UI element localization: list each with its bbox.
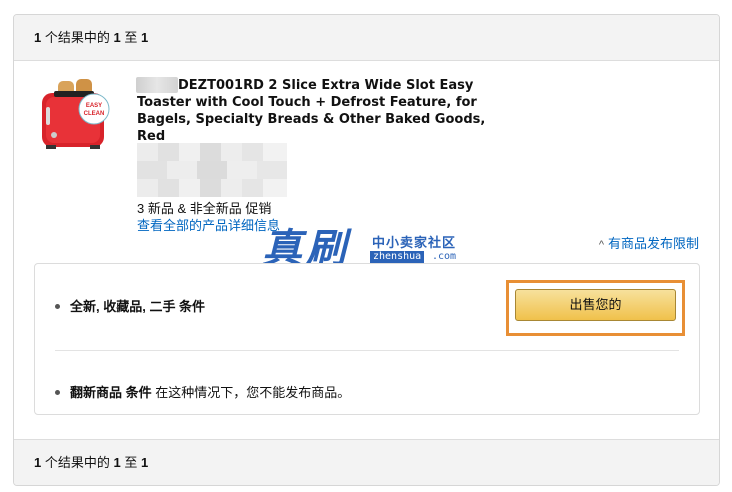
bullet-icon <box>55 304 60 310</box>
results-count: 1 <box>34 455 42 470</box>
results-to: 1 <box>141 455 149 470</box>
condition-panel: 全新, 收藏品, 二手 条件 出售您的 翻新商品 条件 在这种情况下，您不能发布… <box>34 263 700 415</box>
badge-line1: EASY <box>86 103 102 109</box>
listing-restriction-link[interactable]: ^ 有商品发布限制 <box>599 233 699 252</box>
condition-row-new: 全新, 收藏品, 二手 条件 <box>55 296 205 315</box>
results-to-text: 至 <box>124 455 138 470</box>
condition-label-refurbished: 翻新商品 条件 <box>70 385 152 400</box>
results-header-bar: 1 个结果中的 1 至 1 <box>14 15 719 61</box>
blurred-info <box>137 143 287 197</box>
sell-button-highlight: 出售您的 <box>506 280 685 336</box>
restriction-label[interactable]: 有商品发布限制 <box>608 236 699 251</box>
product-details-link[interactable]: 查看全部的产品详细信息 <box>137 215 280 234</box>
condition-label-new: 全新, 收藏品, 二手 条件 <box>70 299 206 314</box>
condition-refurbished-note: 在这种情况下，您不能发布商品。 <box>155 385 351 400</box>
results-card: 1 个结果中的 1 至 1 EASY CLEAN DEZT001RD 2 Sli… <box>13 14 720 486</box>
results-of-text: 个结果中的 <box>44 455 110 470</box>
condition-row-refurbished: 翻新商品 条件 在这种情况下，您不能发布商品。 <box>55 382 350 401</box>
badge-line2: CLEAN <box>84 111 105 117</box>
results-from: 1 <box>113 455 121 470</box>
product-title[interactable]: DEZT001RD 2 Slice Extra Wide Slot Easy T… <box>137 78 485 144</box>
results-count: 1 <box>34 30 42 45</box>
bullet-icon <box>55 390 60 396</box>
results-to: 1 <box>141 30 149 45</box>
chevron-up-icon: ^ <box>598 239 604 251</box>
watermark-tagline: 中小卖家社区 <box>372 235 457 250</box>
results-from: 1 <box>113 30 121 45</box>
product-title-block[interactable]: DEZT001RD 2 Slice Extra Wide Slot Easy T… <box>137 77 497 145</box>
results-footer-bar: 1 个结果中的 1 至 1 <box>14 439 719 485</box>
watermark-site: zhenshua <box>370 251 425 263</box>
sell-yours-button[interactable]: 出售您的 <box>515 289 676 321</box>
results-of-text: 个结果中的 <box>44 30 110 45</box>
product-image[interactable]: EASY CLEAN <box>36 77 120 155</box>
divider <box>55 350 679 351</box>
watermark-domain: .com <box>432 251 457 262</box>
results-to-text: 至 <box>124 30 138 45</box>
